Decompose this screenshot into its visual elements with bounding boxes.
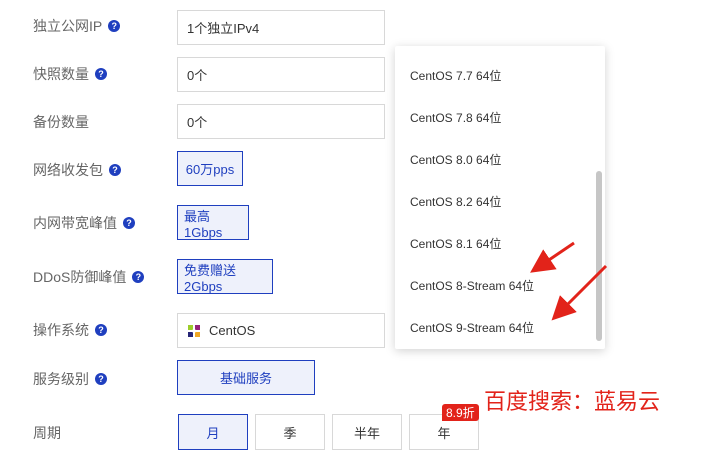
period-option-quarter[interactable]: 季: [255, 414, 325, 450]
question-circle-icon[interactable]: ?: [109, 164, 121, 176]
os-dropdown-item[interactable]: CentOS 9-Stream 64位: [410, 319, 534, 336]
packet-rate-label: 网络收发包 ?: [33, 160, 121, 180]
os-label: 操作系统 ?: [33, 320, 107, 340]
intranet-bandwidth-label: 内网带宽峰值 ?: [33, 213, 135, 233]
public-ip-field: 1个独立IPv4: [177, 10, 385, 45]
centos-logo-icon: [188, 324, 200, 337]
public-ip-label: 独立公网IP ?: [33, 16, 121, 36]
watermark-text: 百度搜索：蓝易云: [484, 389, 661, 414]
snapshots-field[interactable]: 0个: [177, 57, 385, 92]
packet-rate-option[interactable]: 60万pps: [177, 151, 243, 186]
service-level-option[interactable]: 基础服务: [177, 360, 315, 395]
question-circle-icon[interactable]: ?: [95, 373, 107, 385]
os-dropdown-item[interactable]: CentOS 8.0 64位: [410, 151, 501, 168]
period-label: 周期: [33, 425, 61, 441]
os-dropdown-item[interactable]: CentOS 7.7 64位: [410, 67, 501, 84]
discount-badge: 8.9折: [442, 404, 479, 421]
question-circle-icon[interactable]: ?: [123, 217, 135, 229]
os-dropdown-item[interactable]: CentOS 8.1 64位: [410, 235, 501, 252]
os-dropdown-list[interactable]: CentOS 7.7 64位 CentOS 7.8 64位 CentOS 8.0…: [395, 46, 605, 349]
service-level-label: 服务级别 ?: [33, 369, 107, 389]
question-circle-icon[interactable]: ?: [95, 68, 107, 80]
os-dropdown-item[interactable]: CentOS 7.8 64位: [410, 109, 501, 126]
period-option-half-year[interactable]: 半年: [332, 414, 402, 450]
ddos-label: DDoS防御峰值 ?: [33, 267, 145, 287]
os-dropdown-item[interactable]: CentOS 8-Stream 64位: [410, 277, 534, 294]
snapshots-label: 快照数量 ?: [33, 64, 107, 84]
period-option-month[interactable]: 月: [178, 414, 248, 450]
question-circle-icon[interactable]: ?: [132, 271, 145, 283]
os-select-value: CentOS: [209, 323, 256, 338]
ddos-option[interactable]: 免费赠送2Gbps: [177, 259, 273, 294]
os-select[interactable]: CentOS: [177, 313, 385, 348]
backups-field[interactable]: 0个: [177, 104, 385, 139]
intranet-bandwidth-option[interactable]: 最高1Gbps: [177, 205, 249, 240]
question-circle-icon[interactable]: ?: [108, 20, 121, 32]
os-dropdown-item[interactable]: CentOS 8.2 64位: [410, 193, 501, 210]
dropdown-scrollbar[interactable]: [596, 171, 602, 341]
backups-label: 备份数量: [33, 114, 89, 130]
question-circle-icon[interactable]: ?: [95, 324, 107, 336]
